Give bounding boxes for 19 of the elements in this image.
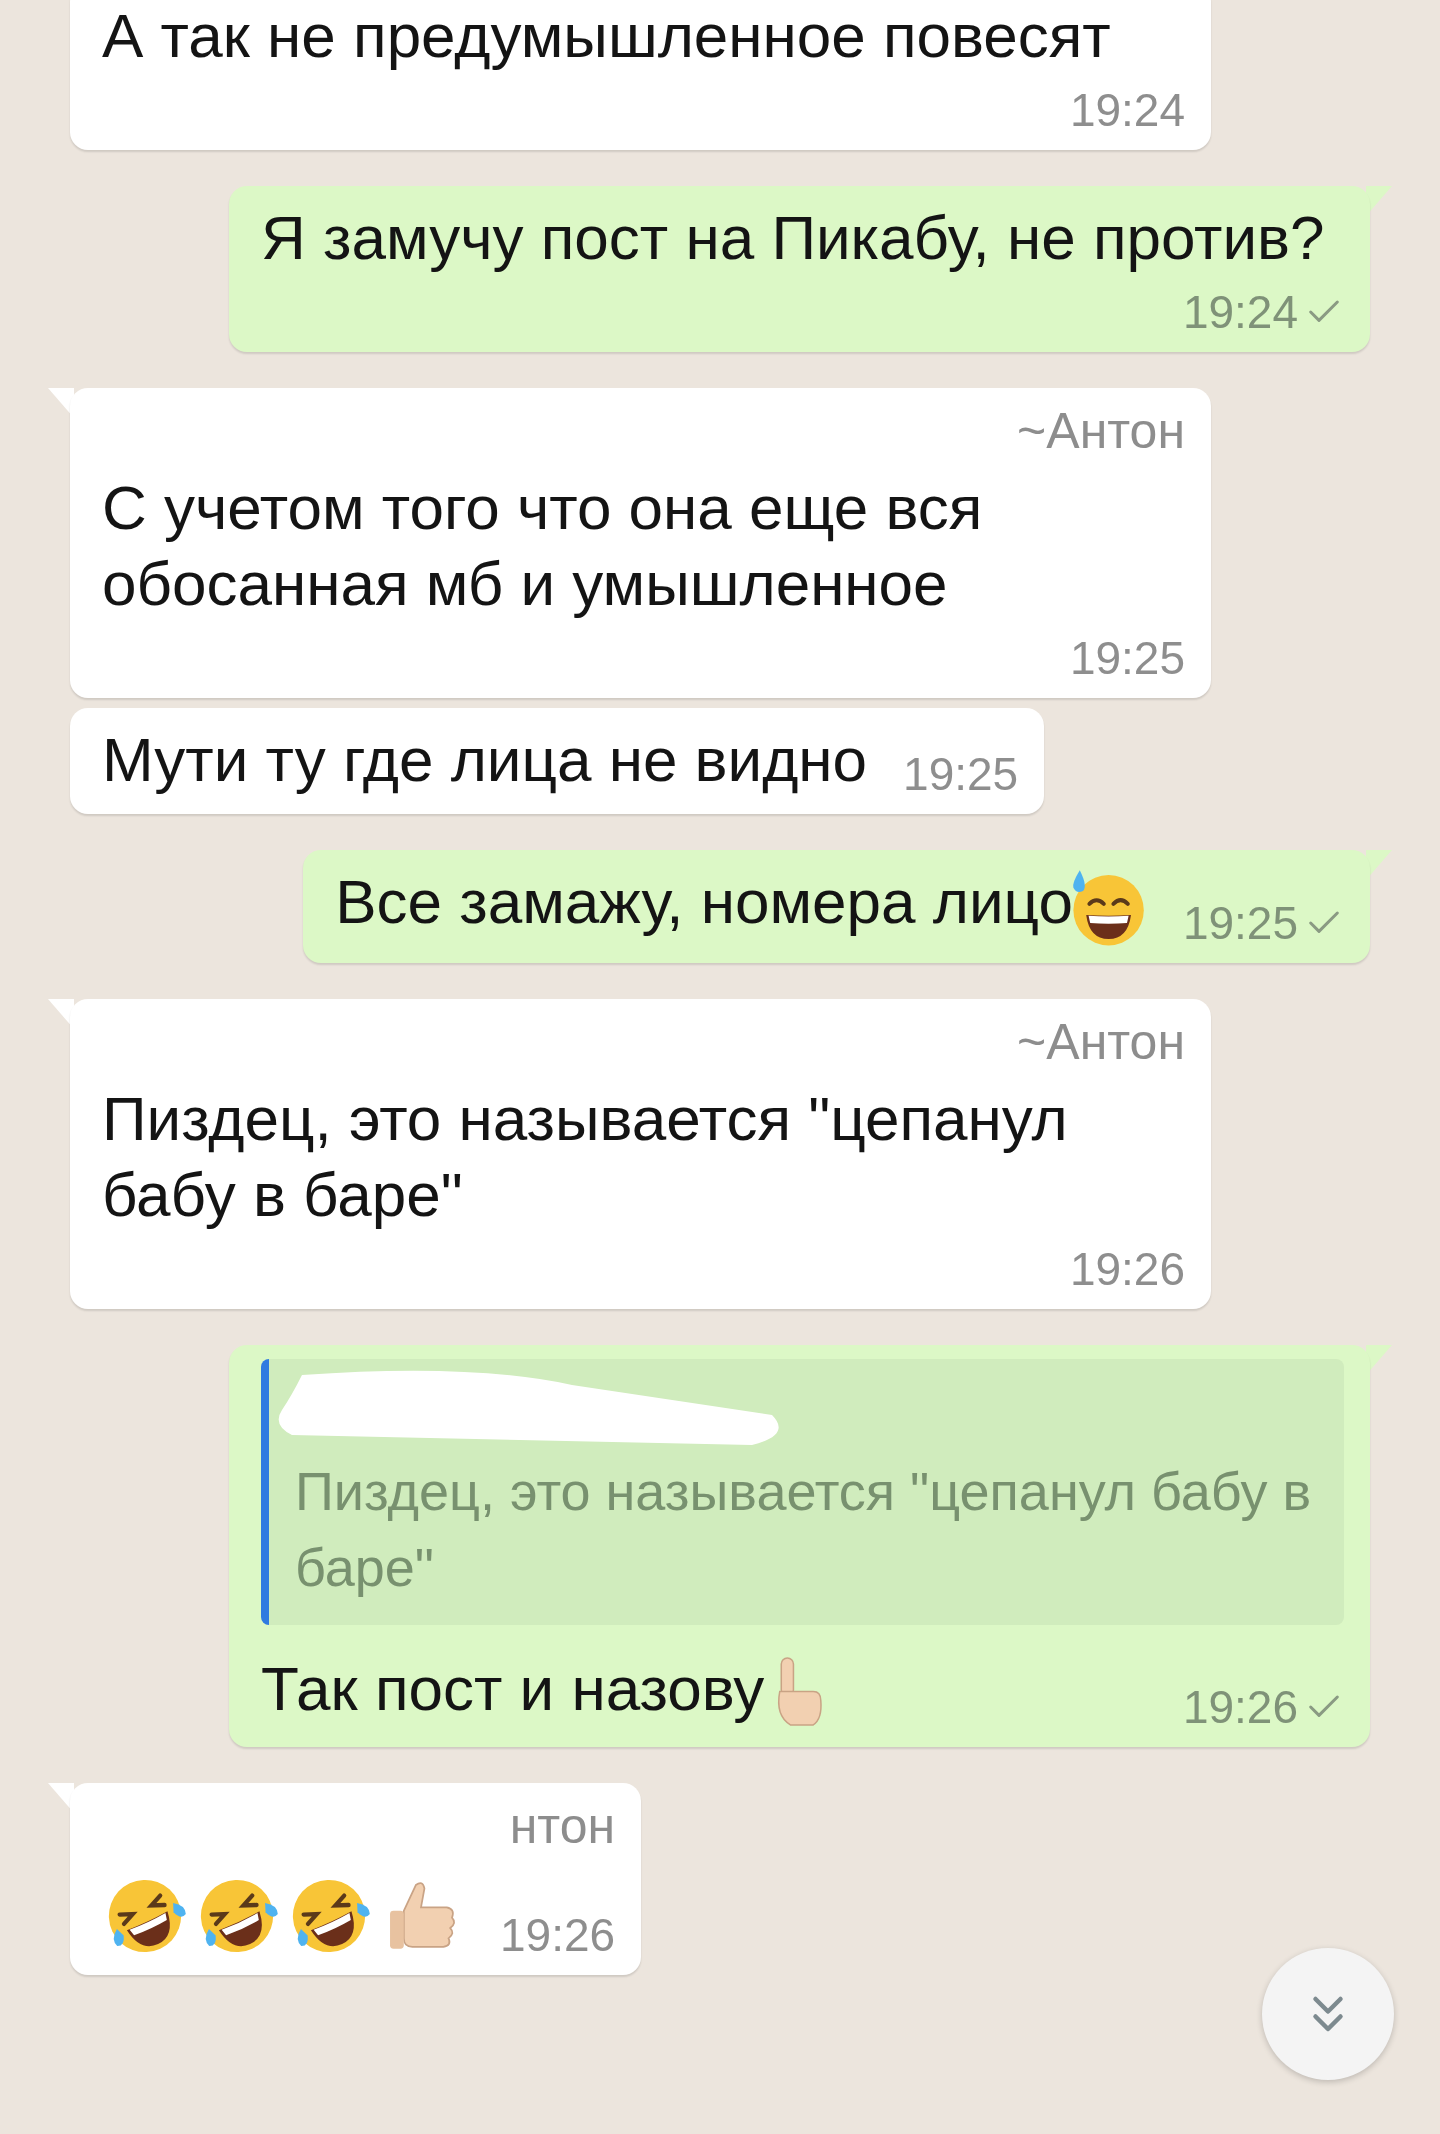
message-text: С учетом того что она еще вся обосанная мб и умышленное [102, 473, 983, 618]
message-time: 19:26 [1182, 1680, 1298, 1736]
message-time: 19:25 [903, 747, 1019, 802]
message-time: 19:25 [1182, 895, 1298, 951]
message-time: 19:26 [1069, 1241, 1185, 1297]
message-text: Пиздец, это называется "цепанул бабу в баре" [102, 1083, 1068, 1229]
quoted-text: Пиздец, это называется "цепанул бабу в баре" [295, 1460, 1312, 1597]
message-time: 19:25 [1069, 631, 1185, 686]
sender-name: ~Антон [1017, 1012, 1185, 1071]
message-text: Я замучу пост на Пикабу, не против? [261, 203, 1325, 272]
message-text: Так пост и назову [261, 1653, 765, 1723]
message-text: Все замажу, номера лицо [335, 867, 1073, 936]
message-time: 19:26 [500, 1908, 616, 1964]
message-time: 19:24 [1182, 285, 1298, 340]
sender-name: нтон [509, 1797, 616, 1856]
message-text: Мути ту где лица не видно [102, 725, 868, 794]
message-time: 19:24 [1069, 83, 1185, 138]
sender-name: ~Антон [1017, 402, 1185, 460]
message-text: А так не предумышленное повесят [102, 1, 1111, 70]
